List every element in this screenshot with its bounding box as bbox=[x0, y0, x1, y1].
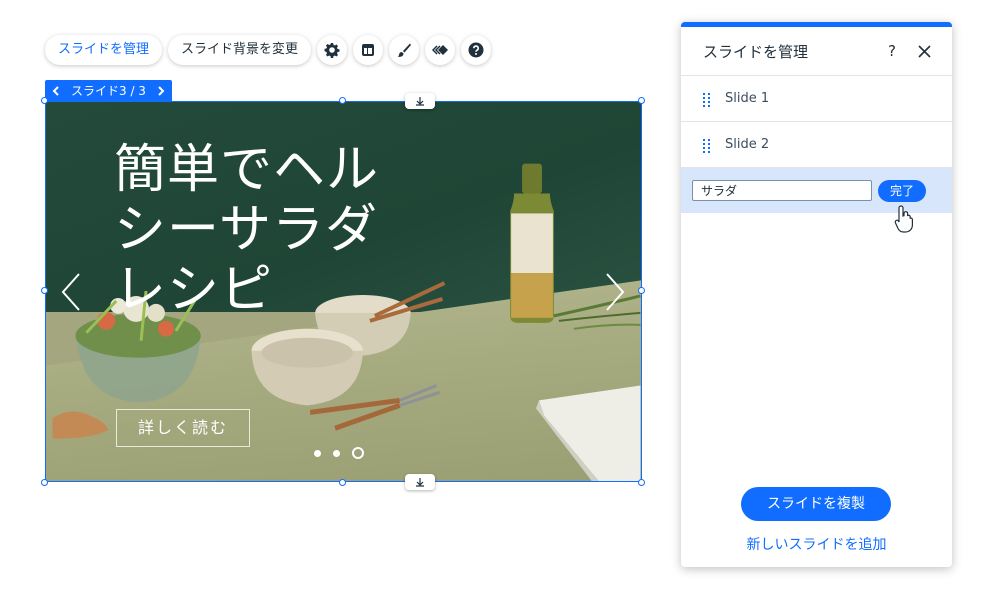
panel-help-button[interactable]: ? bbox=[882, 41, 902, 61]
resize-handle-right[interactable] bbox=[638, 287, 645, 294]
resize-handle-top[interactable] bbox=[339, 97, 346, 104]
animation-icon bbox=[432, 45, 449, 55]
slideshow-stage[interactable]: 簡単でヘルシーサラダレシピ 詳しく読む bbox=[45, 101, 642, 482]
slide-list-item-label: Slide 1 bbox=[725, 91, 770, 106]
slide-indicator: スライド3 / 3 bbox=[45, 80, 172, 101]
brush-icon bbox=[397, 43, 412, 57]
pagination-dot[interactable] bbox=[333, 449, 340, 457]
resize-handle-top-left[interactable] bbox=[41, 97, 48, 104]
design-button[interactable] bbox=[389, 35, 420, 65]
chevron-left-icon bbox=[52, 85, 59, 96]
animation-button[interactable] bbox=[425, 35, 456, 65]
chevron-left-icon bbox=[61, 273, 80, 311]
chevron-right-icon bbox=[158, 85, 165, 96]
slide-list-item-label: Slide 2 bbox=[725, 137, 770, 152]
duplicate-slide-button[interactable]: スライドを複製 bbox=[741, 487, 891, 521]
slide-name-input[interactable] bbox=[692, 180, 872, 201]
resize-handle-bottom[interactable] bbox=[339, 479, 346, 486]
layout-icon bbox=[362, 44, 375, 56]
drag-handle-icon[interactable] bbox=[703, 138, 711, 153]
help-button[interactable] bbox=[461, 35, 492, 65]
download-arrow-icon bbox=[416, 97, 424, 106]
previous-slide-arrow[interactable] bbox=[60, 272, 82, 312]
slide-list-item[interactable]: Slide 2 bbox=[681, 122, 952, 168]
manage-slides-button[interactable]: スライドを管理 bbox=[45, 35, 163, 65]
stretch-top-button[interactable] bbox=[405, 93, 435, 109]
chevron-right-icon bbox=[606, 273, 625, 311]
previous-slide-tag-button[interactable] bbox=[45, 80, 67, 101]
settings-button[interactable] bbox=[317, 35, 348, 65]
gear-icon bbox=[324, 43, 340, 58]
resize-handle-top-right[interactable] bbox=[638, 97, 645, 104]
panel-title: スライドを管理 bbox=[703, 42, 809, 61]
panel-header: スライドを管理 ? bbox=[681, 27, 952, 76]
resize-handle-bottom-right[interactable] bbox=[638, 479, 645, 486]
close-icon bbox=[917, 44, 931, 58]
slide-pagination bbox=[314, 447, 364, 459]
pointer-hand-icon bbox=[894, 205, 913, 233]
pagination-dot[interactable] bbox=[314, 449, 321, 457]
change-background-button[interactable]: スライド背景を変更 bbox=[168, 35, 312, 65]
add-new-slide-link[interactable]: 新しいスライドを追加 bbox=[681, 534, 952, 554]
download-arrow-icon bbox=[416, 478, 424, 487]
layout-button[interactable] bbox=[353, 35, 384, 65]
panel-close-button[interactable] bbox=[914, 41, 934, 61]
pagination-dot-current[interactable] bbox=[352, 447, 364, 459]
manage-slides-panel: スライドを管理 ? Slide 1 Slide 2 完了 スライドを複製 新しい… bbox=[681, 22, 952, 567]
resize-handle-left[interactable] bbox=[41, 287, 48, 294]
help-icon bbox=[468, 42, 484, 58]
slide-headline: 簡単でヘルシーサラダレシピ bbox=[114, 140, 380, 320]
drag-handle-icon[interactable] bbox=[703, 92, 711, 107]
slide-counter: スライド3 / 3 bbox=[71, 84, 146, 98]
next-slide-arrow[interactable] bbox=[604, 272, 626, 312]
resize-handle-bottom-left[interactable] bbox=[41, 479, 48, 486]
slide-list-item[interactable]: Slide 1 bbox=[681, 76, 952, 122]
done-button[interactable]: 完了 bbox=[878, 179, 927, 202]
stretch-bottom-button[interactable] bbox=[405, 474, 435, 490]
slideshow-toolbar: スライドを管理 スライド背景を変更 bbox=[45, 35, 492, 65]
next-slide-tag-button[interactable] bbox=[150, 80, 172, 101]
read-more-button[interactable]: 詳しく読む bbox=[116, 409, 250, 447]
